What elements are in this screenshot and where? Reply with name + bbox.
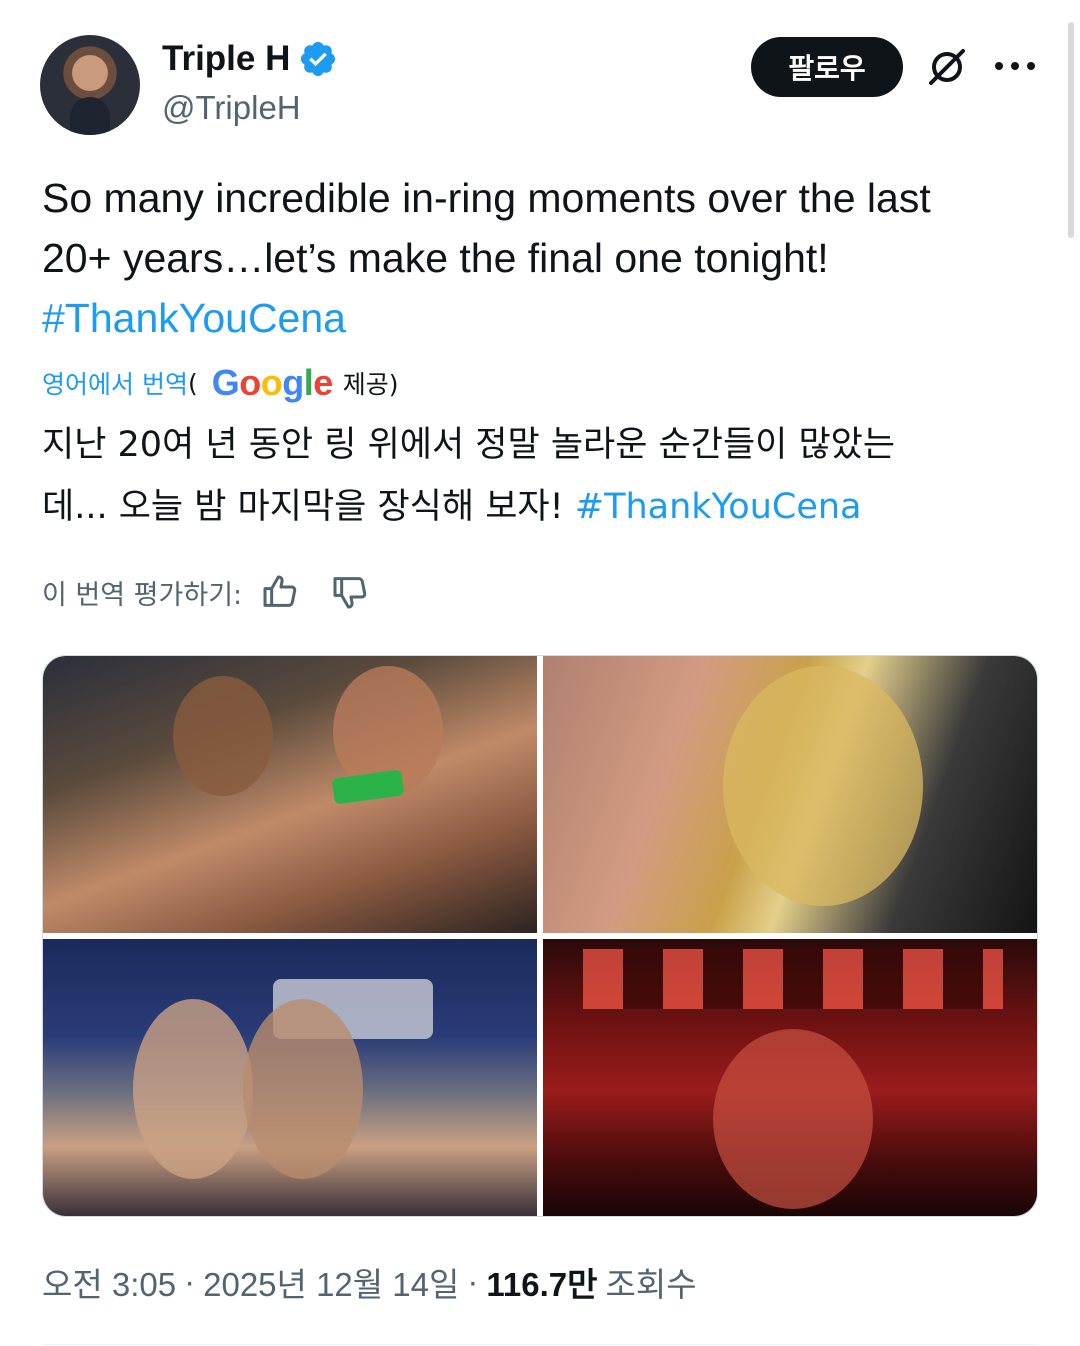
translated-text: 지난 20여 년 동안 링 위에서 정말 놀라운 순간들이 많았는 데... 오… [42,414,1032,538]
paren-open: ( [187,368,198,398]
thumbs-up-icon[interactable] [260,572,300,612]
media-photo[interactable] [543,939,1037,1216]
media-grid [42,655,1038,1217]
translation-attribution: 영어에서 번역 ( Google 제공) [42,362,399,404]
scrollbar[interactable] [1068,22,1074,238]
provider-suffix: 제공) [342,370,399,399]
grok-icon[interactable] [925,45,969,89]
rate-translation: 이 번역 평가하기: [42,572,370,612]
tweet-text-line: So many incredible in-ring moments over … [42,175,931,221]
thumbs-down-icon[interactable] [330,572,370,612]
photo-figure [173,676,273,796]
separator: · [467,1263,479,1300]
more-icon[interactable] [995,49,1035,83]
tweet-meta: 오전 3:05 · 2025년 12월 14일 · 116.7만 조회수 [42,1258,697,1306]
separator: · [184,1263,196,1300]
translated-line-2: 데... 오늘 밤 마지막을 장식해 보자! #ThankYouCena [42,476,1032,538]
photo-figure [243,999,363,1179]
translated-line: 지난 20여 년 동안 링 위에서 정말 놀라운 순간들이 많았는 [42,425,896,465]
more-dot [995,62,1003,70]
translate-link[interactable]: 영어에서 번역 [42,365,188,401]
hashtag-link[interactable]: #ThankYouCena [42,288,1032,348]
more-dot [1011,62,1019,70]
verified-badge-icon [301,41,336,77]
translated-line-text: 데... 오늘 밤 마지막을 장식해 보자! [42,487,575,527]
author-handle[interactable]: @TripleH [162,89,301,127]
rate-label: 이 번역 평가하기: [42,579,243,611]
author-name[interactable]: Triple H [162,39,290,79]
author-name-row: Triple H [162,39,338,79]
photo-figure [713,1029,873,1209]
follow-button[interactable]: 팔로우 [751,37,903,97]
avatar[interactable] [40,35,140,135]
championship-belt [723,666,923,906]
ceiling-lights [583,949,1003,1009]
armband [331,769,405,805]
google-logo: Google [211,362,334,403]
tweet-text: So many incredible in-ring moments over … [42,168,1032,348]
media-photo[interactable] [43,939,537,1216]
view-label: 조회수 [605,1266,697,1303]
photo-figure [133,999,253,1179]
tweet-date[interactable]: 2025년 12월 14일 [203,1258,459,1306]
translated-hashtag-link[interactable]: #ThankYouCena [575,487,862,527]
more-dot [1027,62,1035,70]
media-photo[interactable] [543,656,1037,933]
tweet-time[interactable]: 오전 3:05 [42,1258,176,1306]
divider [42,1344,1038,1345]
tweet-header: Triple H @TripleH 팔로우 [40,35,1040,135]
view-count: 116.7만 [486,1266,598,1303]
media-photo[interactable] [43,656,537,933]
tweet-text-line: 20+ years…let’s make the final one tonig… [42,235,829,281]
